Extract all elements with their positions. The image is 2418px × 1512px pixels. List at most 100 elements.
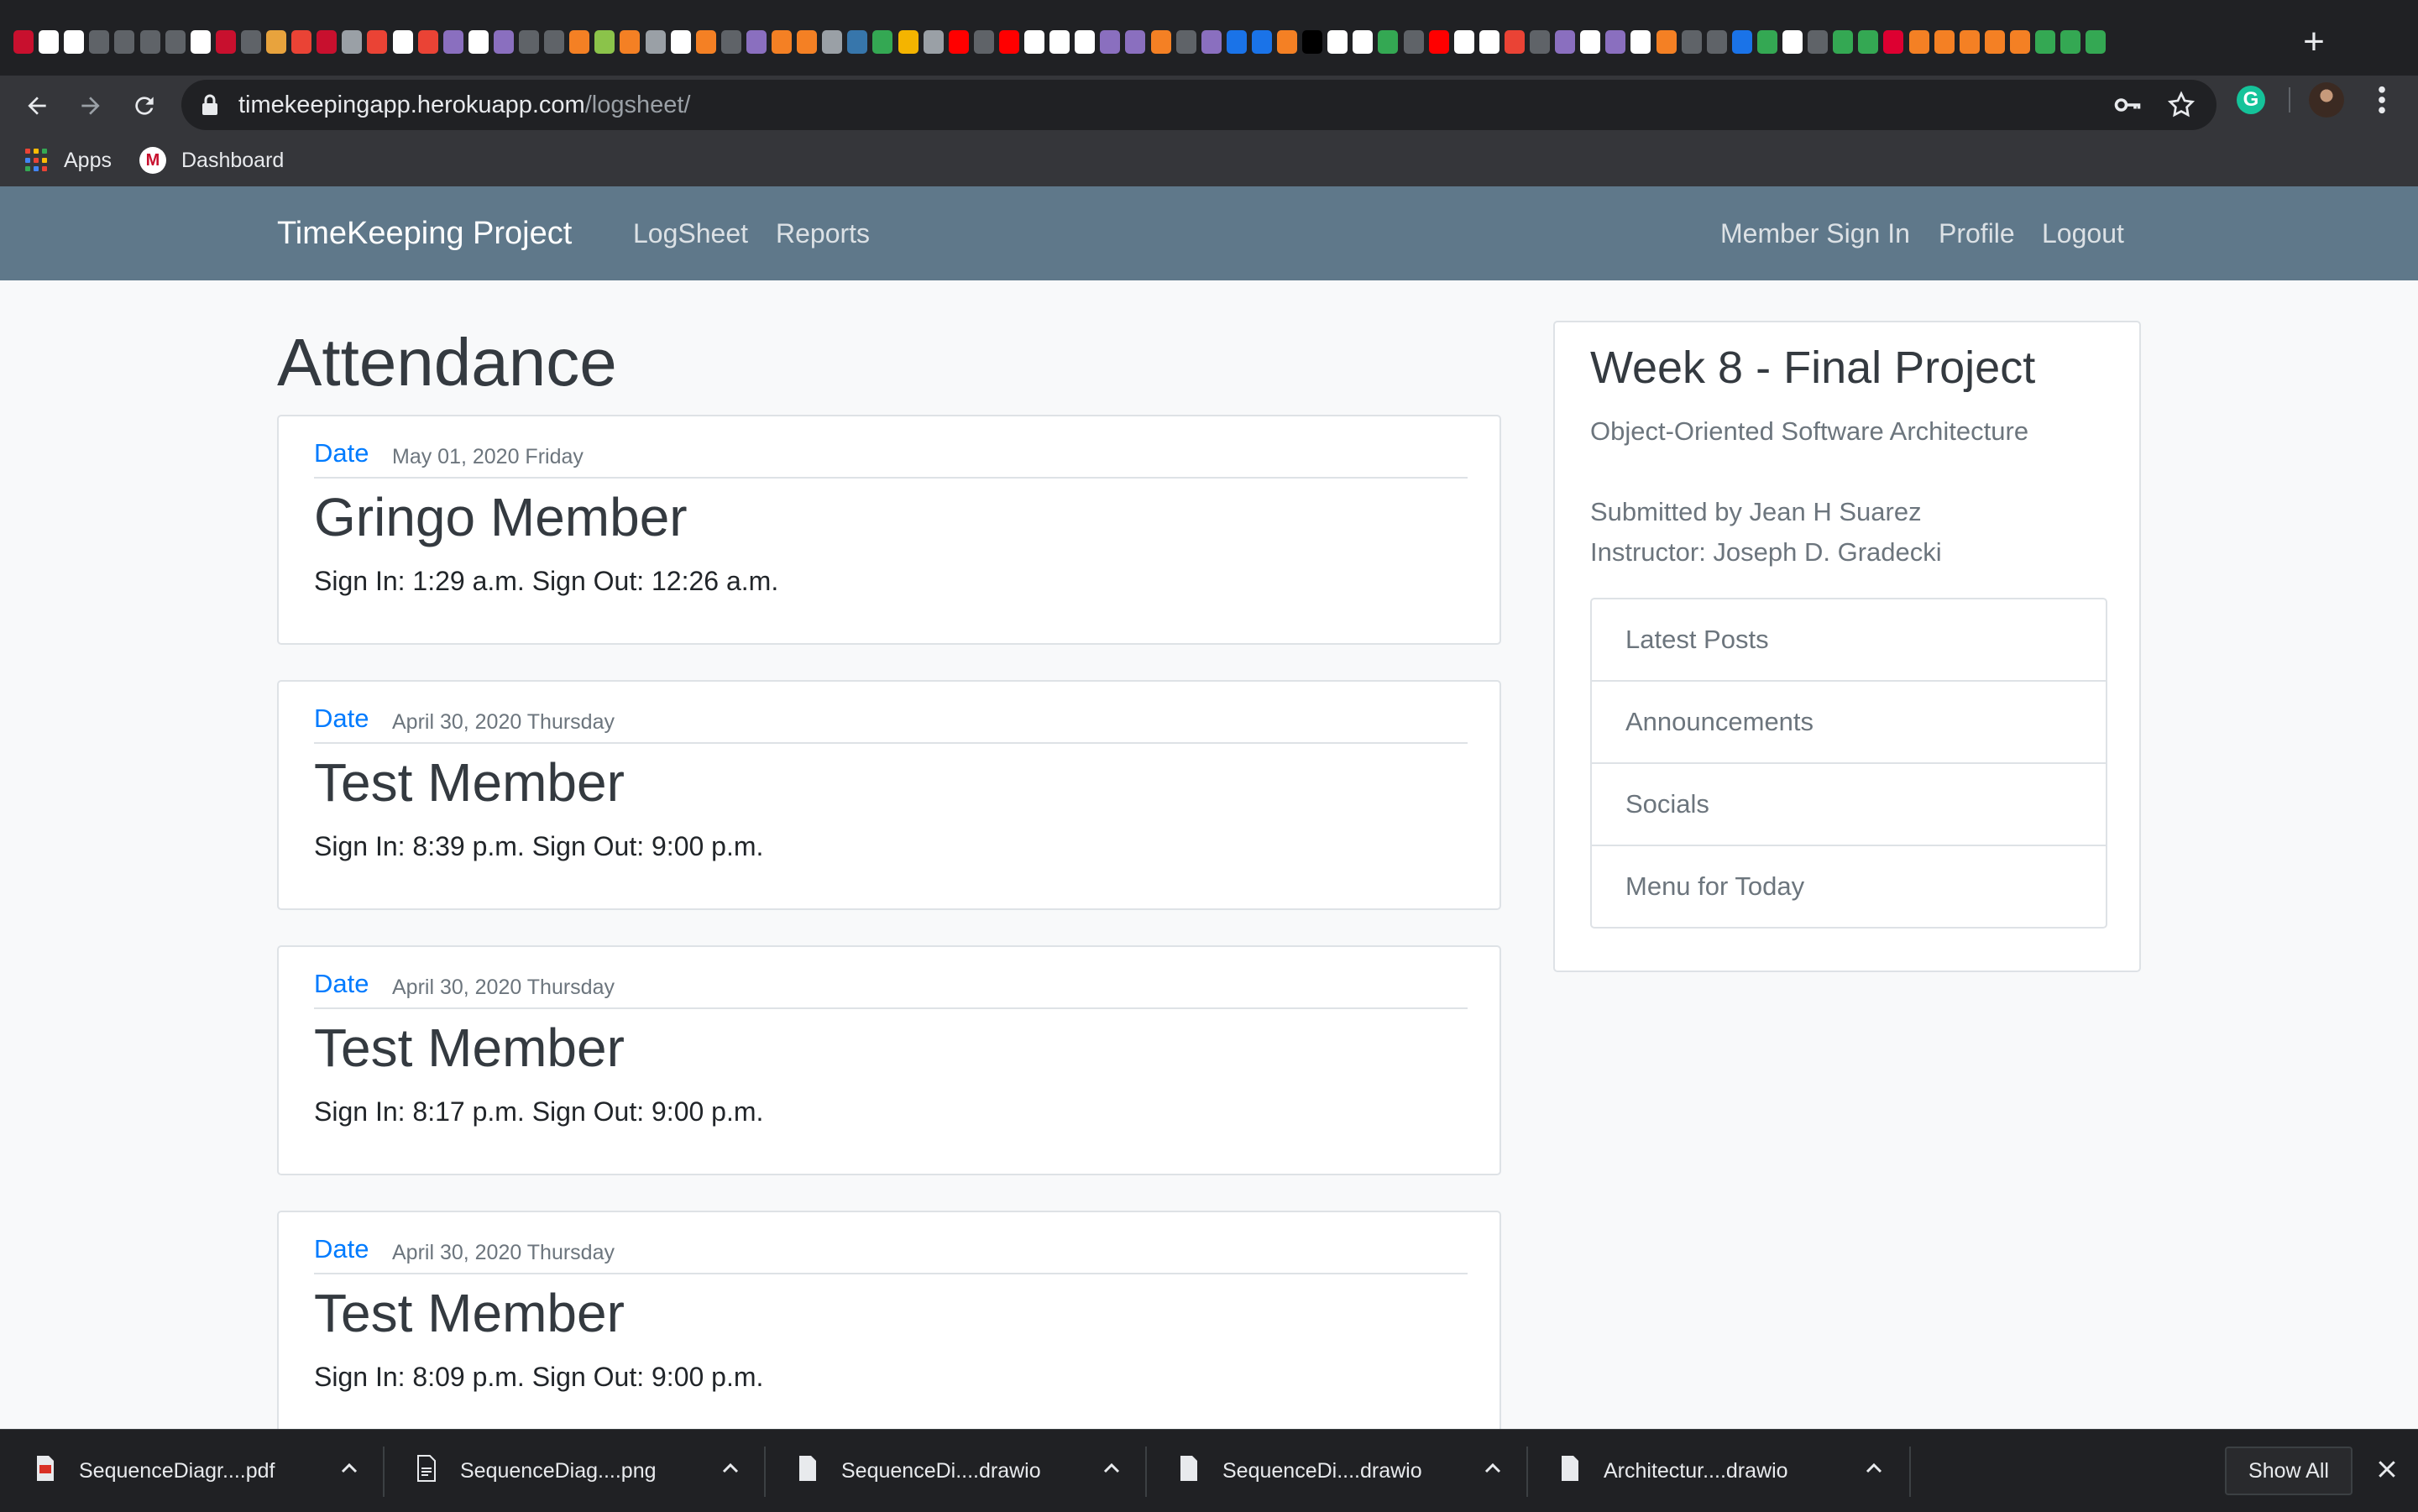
browser-tab[interactable] bbox=[746, 27, 767, 57]
browser-tab[interactable] bbox=[797, 27, 817, 57]
browser-tab[interactable] bbox=[1909, 27, 1929, 57]
browser-tab[interactable] bbox=[1505, 27, 1525, 57]
browser-tab[interactable] bbox=[898, 27, 919, 57]
sidebar-link-latest-posts[interactable]: Latest Posts bbox=[1592, 599, 2106, 680]
sidebar-link-socials[interactable]: Socials bbox=[1592, 762, 2106, 845]
browser-tab[interactable] bbox=[1682, 27, 1702, 57]
browser-tab[interactable] bbox=[2010, 27, 2030, 57]
browser-tab[interactable] bbox=[1277, 27, 1297, 57]
browser-tab[interactable] bbox=[1883, 27, 1903, 57]
browser-tab[interactable] bbox=[999, 27, 1019, 57]
browser-tab[interactable] bbox=[2035, 27, 2055, 57]
browser-tab[interactable] bbox=[1075, 27, 1095, 57]
nav-link-logsheet[interactable]: LogSheet bbox=[633, 186, 748, 280]
browser-tab[interactable] bbox=[241, 27, 261, 57]
browser-tab[interactable] bbox=[1833, 27, 1853, 57]
browser-tab[interactable] bbox=[443, 27, 463, 57]
chevron-up-icon[interactable] bbox=[1098, 1455, 1125, 1482]
sidebar-link-menu-for-today[interactable]: Menu for Today bbox=[1592, 845, 2106, 927]
more-menu-icon[interactable] bbox=[2369, 82, 2394, 118]
browser-tab[interactable] bbox=[1960, 27, 1980, 57]
browser-tab[interactable] bbox=[1630, 27, 1651, 57]
browser-tab[interactable] bbox=[418, 27, 438, 57]
chevron-up-icon[interactable] bbox=[717, 1455, 744, 1482]
browser-tab[interactable] bbox=[924, 27, 944, 57]
browser-tab[interactable] bbox=[291, 27, 311, 57]
chevron-up-icon[interactable] bbox=[336, 1455, 363, 1482]
date-label[interactable]: Date bbox=[314, 1234, 369, 1264]
browser-tab[interactable] bbox=[1049, 27, 1070, 57]
key-icon[interactable] bbox=[2112, 90, 2143, 120]
browser-tab[interactable] bbox=[1858, 27, 1878, 57]
browser-tab[interactable] bbox=[1934, 27, 1955, 57]
browser-tab[interactable] bbox=[544, 27, 564, 57]
browser-tab[interactable] bbox=[1378, 27, 1398, 57]
browser-tab[interactable] bbox=[1782, 27, 1803, 57]
browser-tab[interactable] bbox=[64, 27, 84, 57]
browser-tab[interactable] bbox=[317, 27, 337, 57]
browser-tab[interactable] bbox=[140, 27, 160, 57]
forward-button[interactable] bbox=[69, 84, 113, 128]
navbar-brand[interactable]: TimeKeeping Project bbox=[277, 186, 572, 280]
browser-tab[interactable] bbox=[1151, 27, 1171, 57]
browser-tab[interactable] bbox=[39, 27, 59, 57]
browser-tab[interactable] bbox=[1252, 27, 1272, 57]
browser-tab[interactable] bbox=[696, 27, 716, 57]
browser-tab[interactable] bbox=[1732, 27, 1752, 57]
browser-tab[interactable] bbox=[1605, 27, 1625, 57]
browser-tab[interactable] bbox=[569, 27, 589, 57]
browser-tab[interactable] bbox=[1404, 27, 1424, 57]
browser-tab[interactable] bbox=[1302, 27, 1322, 57]
browser-tab[interactable] bbox=[1479, 27, 1499, 57]
browser-tab[interactable] bbox=[772, 27, 792, 57]
browser-tab[interactable] bbox=[1125, 27, 1145, 57]
browser-tab[interactable] bbox=[1100, 27, 1120, 57]
new-tab-button[interactable]: + bbox=[2290, 18, 2337, 65]
chevron-up-icon[interactable] bbox=[1479, 1455, 1506, 1482]
browser-tab[interactable] bbox=[1555, 27, 1575, 57]
bookmark-apps[interactable]: Apps bbox=[25, 134, 112, 186]
browser-tab[interactable] bbox=[1454, 27, 1474, 57]
browser-tab[interactable] bbox=[216, 27, 236, 57]
bookmark-dashboard[interactable]: M Dashboard bbox=[139, 134, 284, 186]
back-button[interactable] bbox=[15, 84, 59, 128]
browser-tab[interactable] bbox=[165, 27, 186, 57]
download-item[interactable]: SequenceDi....drawio bbox=[762, 1430, 1142, 1512]
browser-tab[interactable] bbox=[1580, 27, 1600, 57]
sidebar-link-announcements[interactable]: Announcements bbox=[1592, 680, 2106, 762]
browser-tab[interactable] bbox=[620, 27, 640, 57]
date-label[interactable]: Date bbox=[314, 969, 369, 999]
show-all-button[interactable]: Show All bbox=[2225, 1447, 2353, 1495]
browser-tab[interactable] bbox=[367, 27, 387, 57]
browser-tab[interactable] bbox=[13, 27, 34, 57]
browser-tab[interactable] bbox=[191, 27, 211, 57]
browser-tab[interactable] bbox=[342, 27, 362, 57]
browser-tab[interactable] bbox=[1656, 27, 1677, 57]
browser-tab[interactable] bbox=[1530, 27, 1550, 57]
browser-tab[interactable] bbox=[468, 27, 489, 57]
grammarly-extension-icon[interactable]: G bbox=[2237, 86, 2265, 114]
browser-tab[interactable] bbox=[114, 27, 134, 57]
browser-tab[interactable] bbox=[822, 27, 842, 57]
browser-tab[interactable] bbox=[89, 27, 109, 57]
browser-tab[interactable] bbox=[721, 27, 741, 57]
reload-button[interactable] bbox=[123, 84, 166, 128]
browser-tab[interactable] bbox=[1353, 27, 1373, 57]
browser-tab[interactable] bbox=[594, 27, 615, 57]
close-icon[interactable] bbox=[2374, 1457, 2400, 1482]
browser-tab[interactable] bbox=[671, 27, 691, 57]
browser-tab[interactable] bbox=[1227, 27, 1247, 57]
browser-tab[interactable] bbox=[1176, 27, 1196, 57]
date-label[interactable]: Date bbox=[314, 438, 369, 468]
date-label[interactable]: Date bbox=[314, 704, 369, 734]
download-item[interactable]: SequenceDi....drawio bbox=[1144, 1430, 1523, 1512]
browser-tab[interactable] bbox=[1985, 27, 2005, 57]
browser-tab[interactable] bbox=[1429, 27, 1449, 57]
browser-tab[interactable] bbox=[2086, 27, 2106, 57]
browser-tab[interactable] bbox=[646, 27, 666, 57]
browser-tab[interactable] bbox=[1808, 27, 1828, 57]
profile-avatar[interactable] bbox=[2309, 82, 2344, 118]
download-item[interactable]: Architectur....drawio bbox=[1525, 1430, 1904, 1512]
star-icon[interactable] bbox=[2166, 90, 2196, 120]
nav-link-reports[interactable]: Reports bbox=[776, 186, 870, 280]
